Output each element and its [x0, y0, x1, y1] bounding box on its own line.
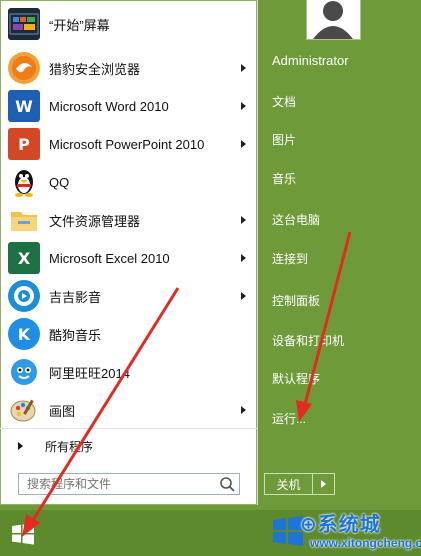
- submenu-arrow-icon[interactable]: [241, 64, 246, 72]
- windows-start-button[interactable]: [3, 514, 43, 554]
- submenu-arrow-icon[interactable]: [241, 406, 246, 414]
- watermark-url: www.xitongcheng.com: [310, 536, 421, 550]
- search-icon[interactable]: [218, 475, 236, 493]
- shutdown-button-group: 关机: [264, 473, 335, 495]
- submenu-arrow-icon[interactable]: [241, 292, 246, 300]
- submenu-arrow-icon[interactable]: [241, 140, 246, 148]
- app-item-jiji-player[interactable]: 吉吉影音: [4, 278, 254, 314]
- app-item-file-explorer[interactable]: 文件资源管理器: [4, 202, 254, 238]
- app-label: Microsoft Excel 2010: [49, 250, 170, 266]
- pictures-link[interactable]: 图片: [272, 131, 296, 148]
- app-label: 画图: [49, 403, 76, 419]
- app-label: Microsoft Word 2010: [49, 98, 169, 114]
- app-item-powerpoint[interactable]: P Microsoft PowerPoint 2010: [4, 126, 254, 162]
- app-label: 猎豹安全浏览器: [49, 61, 141, 77]
- run-link[interactable]: 运行...: [272, 410, 306, 427]
- submenu-arrow-icon[interactable]: [241, 102, 246, 110]
- divider: [0, 428, 257, 429]
- shutdown-options-button[interactable]: [313, 474, 334, 494]
- powerpoint-icon: P: [8, 128, 40, 160]
- app-item-paint[interactable]: 画图: [4, 392, 254, 428]
- all-programs-label: 所有程序: [45, 439, 94, 454]
- file-explorer-icon: [8, 204, 40, 236]
- qq-penguin-icon: [8, 166, 40, 198]
- start-menu-programs-panel: “开始”屏幕 猎豹安全浏览器 W Microsoft Word 2010 P M…: [0, 0, 258, 505]
- app-label: “开始”屏幕: [49, 17, 110, 33]
- app-item-kugou-music[interactable]: K 酷狗音乐: [4, 316, 254, 352]
- user-name-link[interactable]: Administrator: [272, 53, 349, 68]
- app-label: QQ: [49, 174, 70, 190]
- control-panel-link[interactable]: 控制面板: [272, 292, 320, 309]
- app-item-start-screen[interactable]: “开始”屏幕: [4, 6, 254, 42]
- app-label: 阿里旺旺2014: [49, 365, 130, 381]
- this-pc-link[interactable]: 这台电脑: [272, 211, 320, 228]
- watermark-title: ⊕系统城: [300, 512, 381, 536]
- app-label: 酷狗音乐: [49, 327, 102, 343]
- documents-link[interactable]: 文档: [272, 93, 296, 110]
- triangle-right-icon: [321, 480, 326, 488]
- all-programs-button[interactable]: 所有程序: [0, 434, 257, 458]
- app-item-liebao-browser[interactable]: 猎豹安全浏览器: [4, 50, 254, 86]
- aliwangwang-icon: [8, 356, 40, 388]
- word-icon: W: [8, 90, 40, 122]
- app-label: 文件资源管理器: [49, 213, 141, 229]
- music-link[interactable]: 音乐: [272, 170, 296, 187]
- kugou-music-icon: K: [8, 318, 40, 350]
- app-item-qq[interactable]: QQ: [4, 164, 254, 200]
- paint-icon: [8, 394, 40, 426]
- submenu-arrow-icon[interactable]: [241, 216, 246, 224]
- app-item-aliwangwang[interactable]: 阿里旺旺2014: [4, 354, 254, 390]
- default-programs-link[interactable]: 默认程序: [272, 370, 320, 387]
- start-screen-icon: [8, 8, 40, 40]
- search-input[interactable]: [19, 475, 218, 493]
- watermark: ⊕系统城 www.xitongcheng.com: [270, 508, 421, 556]
- connect-to-link[interactable]: 连接到: [272, 250, 308, 267]
- app-item-excel[interactable]: X Microsoft Excel 2010: [4, 240, 254, 276]
- jiji-player-icon: [8, 280, 40, 312]
- search-box[interactable]: [18, 473, 240, 495]
- user-silhouette-icon: [307, 0, 360, 39]
- excel-icon: X: [8, 242, 40, 274]
- liebao-browser-icon: [8, 52, 40, 84]
- devices-printers-link[interactable]: 设备和打印机: [272, 332, 344, 349]
- user-avatar[interactable]: [306, 0, 361, 40]
- app-item-word[interactable]: W Microsoft Word 2010: [4, 88, 254, 124]
- submenu-arrow-icon[interactable]: [241, 254, 246, 262]
- shutdown-button[interactable]: 关机: [265, 474, 313, 494]
- triangle-right-icon: [18, 442, 23, 450]
- app-label: Microsoft PowerPoint 2010: [49, 136, 205, 152]
- app-label: 吉吉影音: [49, 289, 102, 305]
